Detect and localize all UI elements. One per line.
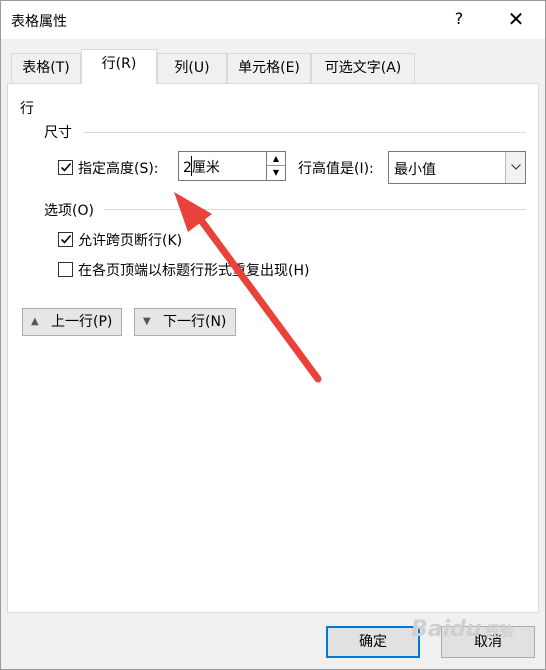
- title-bar: 表格属性 ? ✕: [1, 1, 545, 39]
- row-tab-panel: 行 尺寸 指定高度(S): 2厘米 ▲ ▼ 行高值是(I): 最小值 选项(O): [7, 83, 539, 613]
- help-button[interactable]: ?: [449, 9, 469, 31]
- ok-button[interactable]: 确定: [326, 626, 420, 658]
- tab-column[interactable]: 列(U): [157, 53, 227, 83]
- cancel-button[interactable]: 取消: [441, 626, 535, 658]
- tab-row[interactable]: 行(R): [81, 49, 157, 84]
- tab-alt-text[interactable]: 可选文字(A): [311, 53, 415, 83]
- window-title: 表格属性: [11, 14, 67, 30]
- annotation-arrow: [174, 192, 322, 383]
- tab-cell[interactable]: 单元格(E): [227, 53, 311, 83]
- table-properties-dialog: 表格属性 ? ✕ 表格(T) 行(R) 列(U) 单元格(E) 可选文字(A) …: [0, 0, 546, 670]
- tab-table[interactable]: 表格(T): [11, 53, 81, 83]
- close-button[interactable]: ✕: [504, 7, 528, 31]
